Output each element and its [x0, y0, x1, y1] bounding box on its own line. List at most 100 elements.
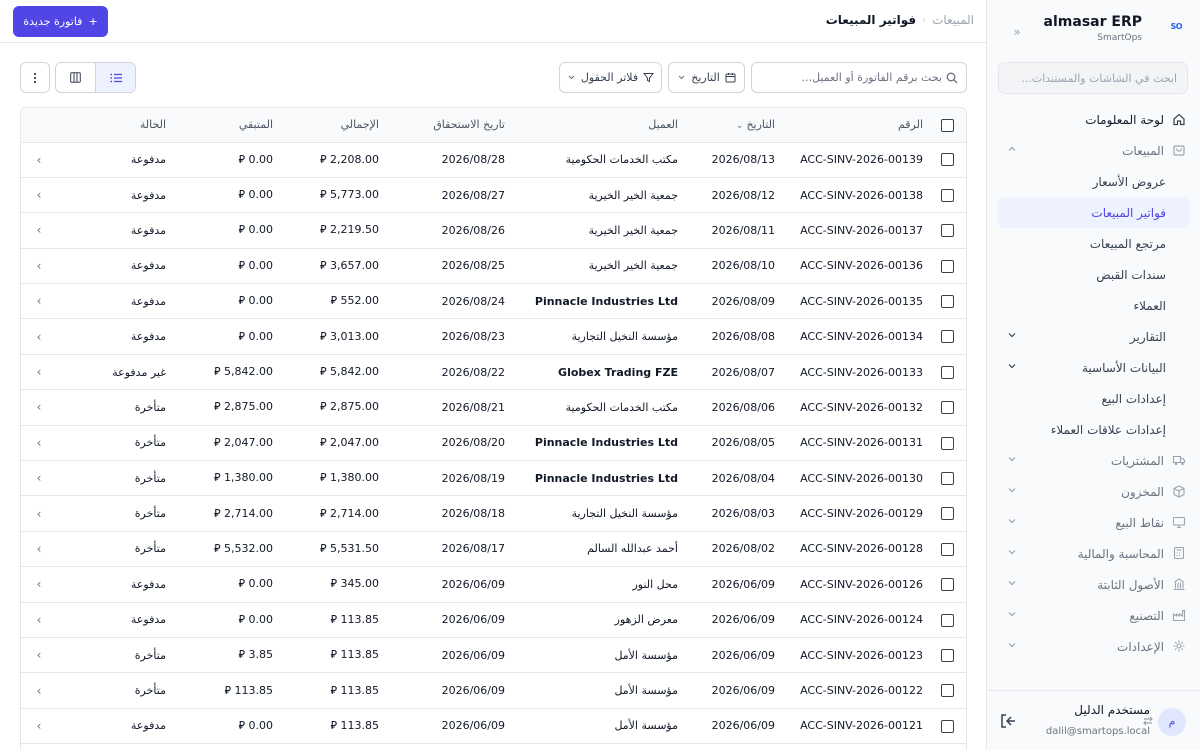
sidebar-item-16[interactable]: التصنيع [998, 600, 1190, 631]
chevron-left-icon[interactable]: › [37, 153, 42, 167]
table-row[interactable]: ACC-SINV-2026-00138 2026/08/12 جمعية الخير… [21, 177, 966, 213]
date-filter-button[interactable]: التاريخ [668, 62, 745, 93]
sidebar-item-0[interactable]: لوحة المعلومات [998, 104, 1190, 135]
sidebar-item-6[interactable]: العملاء [998, 290, 1190, 321]
chevron-left-icon[interactable]: › [37, 648, 42, 662]
sidebar-item-7[interactable]: التقارير [998, 321, 1190, 352]
table-row[interactable]: ACC-SINV-2026-00131 2026/08/05 Pinnacle In… [21, 425, 966, 461]
table-row[interactable]: ACC-SINV-2026-00130 2026/08/04 Pinnacle In… [21, 461, 966, 496]
sidebar-item-15[interactable]: الأصول الثابتة [998, 569, 1190, 600]
chevron-left-icon[interactable]: › [37, 223, 42, 237]
chevron-left-icon[interactable]: › [37, 436, 42, 450]
row-checkbox[interactable] [941, 648, 954, 662]
row-checkbox[interactable] [941, 436, 954, 450]
row-checkbox[interactable] [941, 542, 954, 556]
row-checkbox[interactable] [941, 578, 954, 592]
row-action-cell: › [21, 425, 59, 460]
sidebar-item-14[interactable]: المحاسبة والمالية [998, 538, 1190, 569]
row-checkbox[interactable] [941, 330, 954, 344]
col-number[interactable]: الرقم [781, 108, 929, 143]
row-checkbox[interactable] [941, 613, 954, 627]
row-checkbox[interactable] [941, 224, 954, 238]
sidebar-item-9[interactable]: إعدادات البيع [998, 383, 1190, 414]
table-row[interactable]: ACC-SINV-2026-00132 2026/08/06 مكتب الخدما… [21, 390, 966, 426]
col-customer[interactable]: العميل [511, 108, 684, 143]
row-select-cell [929, 319, 966, 354]
chevron-left-icon[interactable]: › [37, 577, 42, 591]
col-total[interactable]: الإجمالي [279, 108, 385, 143]
cell-due-date: 2026/08/27 [441, 188, 505, 202]
logout-icon[interactable] [999, 712, 1017, 730]
sidebar-item-11[interactable]: المشتريات [998, 445, 1190, 476]
chevron-left-icon[interactable]: › [37, 400, 42, 414]
table-row[interactable]: ACC-SINV-2026-00135 2026/08/09 Pinnacle In… [21, 284, 966, 319]
cell-status: مدفوعة [130, 223, 166, 237]
chevron-left-icon[interactable]: › [37, 471, 42, 485]
row-checkbox[interactable] [941, 365, 954, 379]
list-view-button[interactable] [96, 63, 135, 92]
chevron-left-icon[interactable]: › [37, 294, 42, 308]
cell-remaining: 0.00 ⃁ [238, 294, 273, 308]
table-row[interactable]: ACC-SINV-2026-00133 2026/08/07 Globex Trad… [21, 354, 966, 390]
table-row[interactable]: ACC-SINV-2026-00123 2026/06/09 مؤسسة الأمل… [21, 637, 966, 673]
table-row[interactable]: ACC-SINV-2026-00136 2026/08/10 جمعية الخير… [21, 248, 966, 284]
sidebar-item-2[interactable]: عروض الأسعار [998, 166, 1190, 197]
breadcrumb-parent[interactable]: المبيعات [932, 13, 974, 27]
sidebar-item-13[interactable]: نقاط البيع [998, 507, 1190, 538]
table-row[interactable]: ACC-SINV-2026-00128 2026/08/02 أحمد عبدالل… [21, 531, 966, 567]
sidebar-item-3[interactable]: فواتير المبيعات [998, 197, 1190, 228]
table-row[interactable]: ACC-SINV-2026-00121 2026/06/09 مؤسسة الأمل… [21, 708, 966, 744]
collapse-sidebar-icon[interactable]: « [1007, 22, 1027, 42]
row-checkbox[interactable] [941, 507, 954, 521]
chevron-left-icon[interactable]: › [37, 259, 42, 273]
chevron-left-icon[interactable]: › [37, 542, 42, 556]
column-view-button[interactable] [56, 63, 96, 92]
chevron-left-icon[interactable]: › [37, 507, 42, 521]
sidebar-item-label: عروض الأسعار [1092, 174, 1166, 189]
invoice-search-input[interactable] [752, 63, 966, 92]
sidebar-item-1[interactable]: المبيعات [998, 135, 1190, 166]
chevron-left-icon[interactable]: › [37, 719, 42, 733]
sidebar-item-4[interactable]: مرتجع المبيعات [998, 228, 1190, 259]
row-checkbox[interactable] [941, 153, 954, 167]
sidebar-item-17[interactable]: الإعدادات [998, 631, 1190, 662]
chevron-left-icon[interactable]: › [37, 684, 42, 698]
chevron-left-icon[interactable]: › [37, 365, 42, 379]
row-checkbox[interactable] [941, 684, 954, 698]
table-row[interactable]: ACC-SINV-2026-00137 2026/08/11 جمعية الخير… [21, 213, 966, 249]
invoice-search[interactable] [751, 62, 967, 93]
field-filters-button[interactable]: فلاتر الحقول [559, 62, 662, 93]
col-date[interactable]: التاريخ⌄ [684, 108, 781, 143]
select-all-checkbox[interactable] [941, 118, 954, 132]
sidebar-item-12[interactable]: المخزون [998, 476, 1190, 507]
chevron-left-icon[interactable]: › [37, 330, 42, 344]
sidebar-search-input[interactable] [999, 63, 1187, 93]
table-row[interactable]: ACC-SINV-2026-00126 2026/06/09 محل النور 20… [21, 567, 966, 603]
more-options-button[interactable] [20, 62, 50, 93]
new-invoice-button[interactable]: + فاتورة جديدة [13, 6, 108, 37]
user-email: dalil@smartops.local [1045, 726, 1150, 737]
chevron-left-icon[interactable]: › [37, 613, 42, 627]
row-checkbox[interactable] [941, 259, 954, 273]
row-checkbox[interactable] [941, 401, 954, 415]
row-checkbox[interactable] [941, 719, 954, 733]
row-checkbox[interactable] [941, 188, 954, 202]
col-status[interactable]: الحالة [59, 108, 172, 143]
table-row[interactable]: ACC-SINV-2026-00122 2026/06/09 مؤسسة الأمل… [21, 673, 966, 709]
table-row[interactable]: ACC-SINV-2026-00124 2026/06/09 معرض الزهور… [21, 602, 966, 638]
avatar[interactable]: م [1158, 708, 1186, 736]
sidebar-item-8[interactable]: البيانات الأساسية [998, 352, 1190, 383]
chevron-left-icon[interactable]: › [37, 188, 42, 202]
table-row[interactable]: ACC-SINV-2026-00139 2026/08/13 مكتب الخدما… [21, 142, 966, 178]
row-checkbox[interactable] [941, 471, 954, 485]
sidebar-item-5[interactable]: سندات القبض [998, 259, 1190, 290]
row-checkbox[interactable] [941, 295, 954, 308]
sidebar-item-10[interactable]: إعدادات علاقات العملاء [998, 414, 1190, 445]
row-select-cell [929, 284, 966, 319]
sidebar-search[interactable] [998, 62, 1188, 94]
table-row[interactable]: ACC-SINV-2026-00129 2026/08/03 مؤسسة النخي… [21, 496, 966, 532]
col-remaining[interactable]: المتبقي [172, 108, 279, 143]
col-due-date[interactable]: تاريخ الاستحقاق [385, 108, 511, 143]
table-row[interactable]: ACC-SINV-2026-00134 2026/08/08 مؤسسة النخي… [21, 319, 966, 355]
toolbar: التاريخ فلاتر الحقول [20, 62, 967, 93]
